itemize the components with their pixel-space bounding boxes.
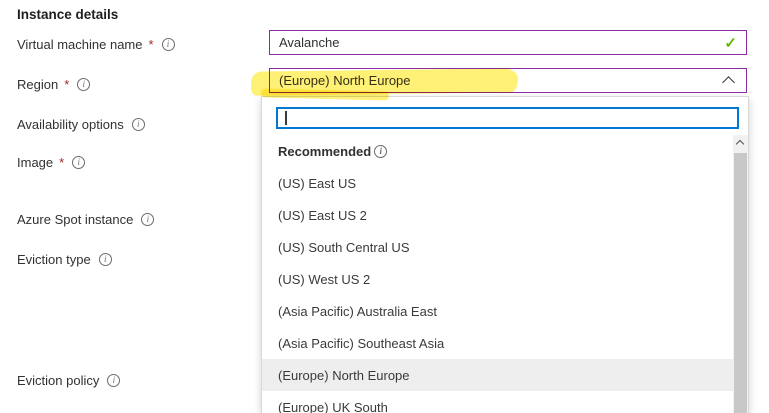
info-icon[interactable]: i (162, 38, 175, 51)
region-option-uk-south[interactable]: (Europe) UK South (262, 391, 733, 413)
required-asterisk: * (59, 155, 64, 170)
instance-details-form: Instance details Virtual machine name * … (0, 0, 769, 413)
region-search-input[interactable] (276, 107, 739, 129)
availability-options-label-row: Availability options i (17, 117, 145, 132)
info-icon[interactable]: i (77, 78, 90, 91)
chevron-up-icon (736, 140, 744, 148)
info-icon[interactable]: i (374, 145, 387, 158)
info-icon[interactable]: i (72, 156, 85, 169)
region-option-east-us-2[interactable]: (US) East US 2 (262, 199, 733, 231)
vm-name-label: Virtual machine name (17, 37, 143, 52)
eviction-policy-label-row: Eviction policy i (17, 373, 120, 388)
eviction-policy-label: Eviction policy (17, 373, 99, 388)
vm-name-label-row: Virtual machine name * i (17, 37, 175, 52)
azure-spot-label: Azure Spot instance (17, 212, 133, 227)
scrollbar-thumb[interactable] (734, 153, 747, 413)
text-caret (285, 111, 287, 125)
info-icon[interactable]: i (99, 253, 112, 266)
chevron-up-icon (722, 76, 735, 89)
group-header-label: Recommended (278, 144, 371, 159)
region-option-north-europe[interactable]: (Europe) North Europe (262, 359, 733, 391)
region-combobox[interactable]: (Europe) North Europe (269, 68, 747, 93)
info-icon[interactable]: i (132, 118, 145, 131)
dropdown-scrollbar[interactable] (733, 135, 748, 413)
region-option-south-central-us[interactable]: (US) South Central US (262, 231, 733, 263)
region-option-east-us[interactable]: (US) East US (262, 167, 733, 199)
region-option-west-us-2[interactable]: (US) West US 2 (262, 263, 733, 295)
required-asterisk: * (64, 77, 69, 92)
valid-check-icon: ✓ (724, 34, 737, 52)
info-icon[interactable]: i (107, 374, 120, 387)
vm-name-input[interactable]: Avalanche ✓ (269, 30, 747, 55)
eviction-type-label-row: Eviction type i (17, 252, 112, 267)
section-title: Instance details (17, 7, 118, 22)
info-icon[interactable]: i (141, 213, 154, 226)
region-option-southeast-asia[interactable]: (Asia Pacific) Southeast Asia (262, 327, 733, 359)
image-label-row: Image * i (17, 155, 85, 170)
scroll-up-button[interactable] (733, 135, 748, 151)
region-label-row: Region * i (17, 77, 90, 92)
vm-name-value: Avalanche (279, 35, 339, 50)
region-dropdown-panel: Recommended i (US) East US (US) East US … (261, 96, 749, 413)
required-asterisk: * (149, 37, 154, 52)
region-label: Region (17, 77, 58, 92)
eviction-type-label: Eviction type (17, 252, 91, 267)
region-group-header-recommended: Recommended i (262, 135, 733, 167)
image-label: Image (17, 155, 53, 170)
availability-options-label: Availability options (17, 117, 124, 132)
region-option-australia-east[interactable]: (Asia Pacific) Australia East (262, 295, 733, 327)
azure-spot-label-row: Azure Spot instance i (17, 212, 154, 227)
region-option-list: Recommended i (US) East US (US) East US … (262, 135, 733, 413)
region-combobox-value: (Europe) North Europe (279, 73, 411, 88)
